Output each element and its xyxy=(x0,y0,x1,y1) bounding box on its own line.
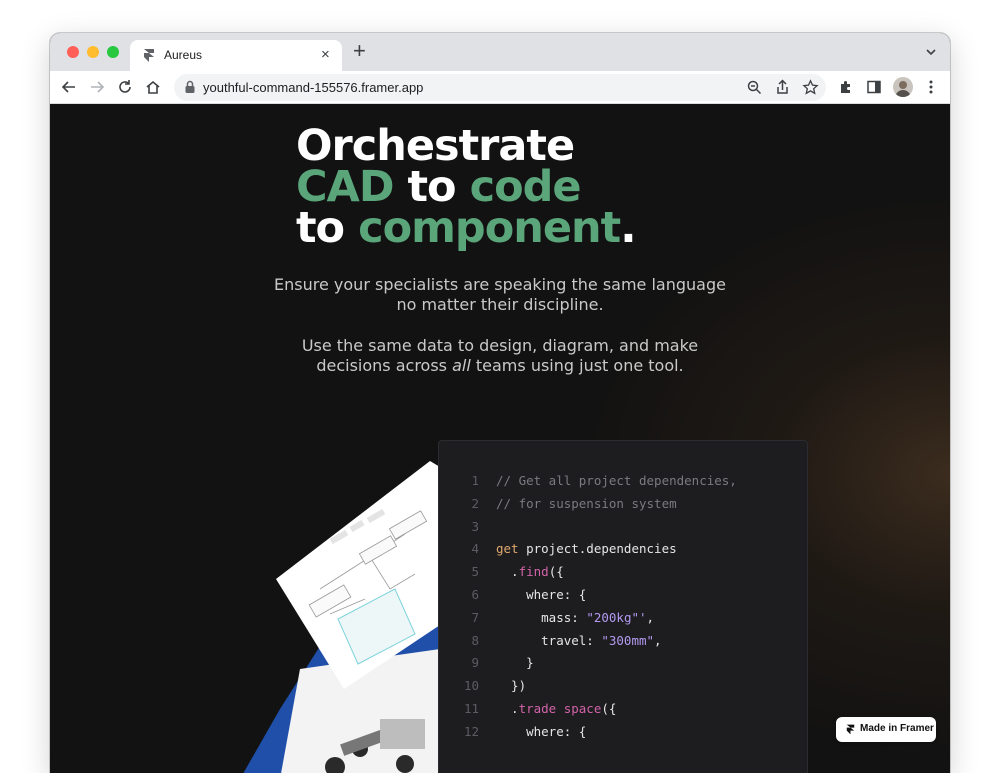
code-token: }) xyxy=(496,678,527,694)
kebab-menu-icon[interactable] xyxy=(922,78,940,96)
code-line: 5 .find({ xyxy=(439,561,807,583)
hero-heading: Orchestrate CAD to code to component. xyxy=(296,121,756,250)
code-line: 10 }) xyxy=(439,675,807,697)
hero-period: . xyxy=(620,203,636,253)
code-token: get xyxy=(496,541,519,557)
code-text: // Get all project dependencies, xyxy=(496,470,737,492)
code-text: travel: "300mm", xyxy=(496,630,662,652)
forward-arrow-icon[interactable] xyxy=(88,78,106,96)
code-text: mass: "200kg"', xyxy=(496,607,654,629)
close-window-button[interactable] xyxy=(67,46,79,58)
reload-icon[interactable] xyxy=(116,78,134,96)
code-token: "200kg"' xyxy=(586,609,647,625)
line-number: 9 xyxy=(471,655,479,671)
line-number: 12 xyxy=(463,723,479,739)
code-line: 8 travel: "300mm", xyxy=(439,630,807,652)
code-token: trade space xyxy=(518,701,602,716)
code-token: "300mm" xyxy=(601,632,655,648)
code-line: 3 xyxy=(439,516,807,538)
code-token: project.dependencies xyxy=(518,541,677,557)
code-token: // for suspension system xyxy=(496,495,677,511)
code-token: // Get all project dependencies, xyxy=(496,473,737,488)
minimize-window-button[interactable] xyxy=(87,46,99,58)
url-text[interactable]: youthful-command-155576.framer.app xyxy=(203,80,423,95)
line-number: 6 xyxy=(471,587,479,602)
code-token: where: { xyxy=(496,723,587,739)
code-token: travel: xyxy=(496,632,602,648)
profile-avatar[interactable] xyxy=(893,77,913,97)
paragraph-2-post: teams using just one tool. xyxy=(470,356,684,375)
browser-window: Aureus × + youthful-command-155576.frame… xyxy=(50,33,950,773)
code-token: , xyxy=(646,609,655,625)
paragraph-2-emphasis: all xyxy=(452,356,471,375)
code-line: 6 where: { xyxy=(439,584,807,606)
code-line: 12 where: { xyxy=(439,721,807,743)
tab-strip: Aureus × + xyxy=(50,33,950,71)
hero-line-1: Orchestrate xyxy=(296,121,575,171)
device-mockup-illustration xyxy=(243,461,440,773)
code-token: mass: xyxy=(496,609,587,625)
code-text: }) xyxy=(496,675,526,697)
line-number: 5 xyxy=(471,564,479,580)
code-line: 9 } xyxy=(439,652,807,674)
bookmark-star-icon[interactable] xyxy=(802,79,819,96)
extensions-puzzle-icon[interactable] xyxy=(837,78,855,96)
browser-toolbar: youthful-command-155576.framer.app xyxy=(50,71,950,104)
page-viewport: Orchestrate CAD to code to component. En… xyxy=(50,104,950,773)
code-token: } xyxy=(496,655,534,671)
code-line: 7 mass: "200kg"', xyxy=(439,607,807,629)
code-text: // for suspension system xyxy=(496,493,677,515)
code-line: 11 .trade space({ xyxy=(439,698,807,720)
hero-line-2: CAD to code xyxy=(296,166,756,209)
hero-to-word-2: to xyxy=(296,203,359,253)
line-number: 1 xyxy=(471,473,479,488)
code-text: } xyxy=(496,652,534,674)
hero-line-3: to component. xyxy=(296,207,756,250)
line-number: 3 xyxy=(471,518,479,534)
framer-logo-icon xyxy=(846,724,855,735)
code-token: find xyxy=(518,564,549,580)
made-in-framer-badge[interactable]: Made in Framer xyxy=(836,717,936,742)
code-token: , xyxy=(654,632,662,648)
code-token: ({ xyxy=(601,701,617,716)
framer-logo-icon xyxy=(144,49,154,62)
code-text: where: { xyxy=(496,721,586,743)
line-number: 10 xyxy=(463,678,479,694)
chevron-down-icon[interactable] xyxy=(924,45,938,59)
line-number: 7 xyxy=(471,609,479,625)
code-text: where: { xyxy=(496,584,586,606)
code-text: get project.dependencies xyxy=(496,538,677,560)
code-token: where: { xyxy=(496,587,587,602)
code-text: .trade space({ xyxy=(496,698,616,720)
code-token: ({ xyxy=(548,564,564,580)
close-tab-icon[interactable]: × xyxy=(321,46,330,64)
code-token: . xyxy=(496,701,519,716)
lock-icon[interactable] xyxy=(184,80,196,94)
home-icon[interactable] xyxy=(144,78,162,96)
share-icon[interactable] xyxy=(774,79,791,96)
avatar-face-icon xyxy=(895,81,911,97)
side-panel-icon[interactable] xyxy=(865,78,883,96)
code-line: 1 // Get all project dependencies, xyxy=(439,470,807,492)
zoom-icon[interactable] xyxy=(746,79,763,96)
hero-paragraph-2: Use the same data to design, diagram, an… xyxy=(270,336,730,376)
code-line: 4 get project.dependencies xyxy=(439,538,807,560)
code-token: . xyxy=(496,564,519,580)
badge-label: Made in Framer xyxy=(860,723,934,734)
line-number: 2 xyxy=(471,495,479,511)
back-arrow-icon[interactable] xyxy=(60,78,78,96)
code-editor-card: 1 // Get all project dependencies, 2 // for… xyxy=(438,440,808,773)
new-tab-button[interactable]: + xyxy=(353,40,366,62)
address-bar[interactable]: youthful-command-155576.framer.app xyxy=(174,74,826,101)
line-number: 11 xyxy=(463,701,479,716)
line-number: 8 xyxy=(471,632,479,648)
code-text: .find({ xyxy=(496,561,564,583)
code-line: 2 // for suspension system xyxy=(439,493,807,515)
line-number: 4 xyxy=(471,541,479,557)
hero-component-word: component xyxy=(358,203,621,253)
hero-paragraph-1: Ensure your specialists are speaking the… xyxy=(274,275,726,314)
tab-title: Aureus xyxy=(164,48,203,62)
maximize-window-button[interactable] xyxy=(107,46,119,58)
browser-tab[interactable]: Aureus × xyxy=(130,40,342,71)
